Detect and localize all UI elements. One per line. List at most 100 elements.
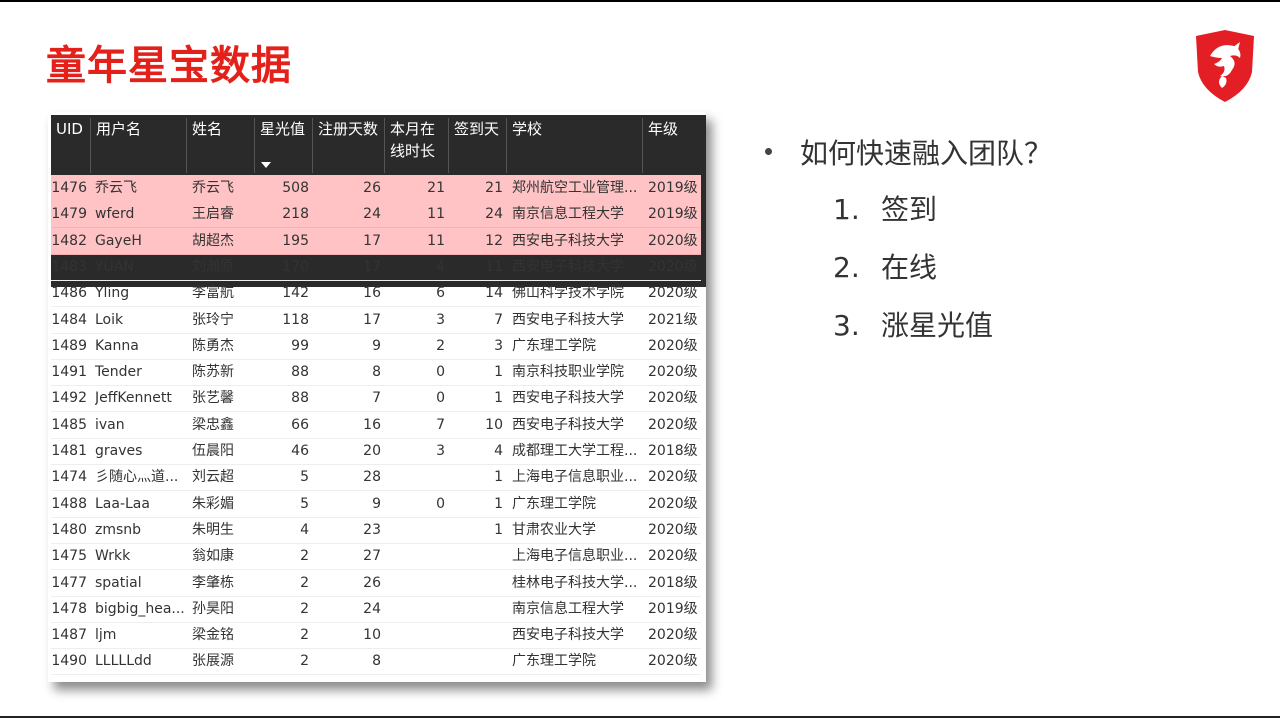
cell-grade: 2018级 (648, 443, 698, 459)
cell-register-days: 17 (363, 311, 381, 328)
cell-school: 南京信息工程大学 (512, 600, 624, 617)
cell-online-time: 4 (436, 258, 445, 275)
cell-name: 陈苏新 (192, 364, 234, 381)
cell-grade: 2020级 (648, 521, 698, 538)
table-row[interactable]: 1492 JeffKennett 张艺馨 88 7 0 1 西安电子科技大学 2020级 (51, 385, 701, 413)
cell-uid: 1478 (51, 600, 87, 617)
cell-checkin: 7 (494, 311, 503, 328)
cell-online-time (385, 570, 445, 596)
cell-name: 刘瀚原 (192, 258, 234, 275)
cell-username: YUAN (95, 258, 134, 275)
cell-online-time (385, 596, 445, 622)
cell-checkin: 1 (494, 521, 503, 538)
cell-register-days: 16 (363, 285, 381, 302)
cell-star: 88 (291, 390, 309, 407)
cell-online-time: 0 (436, 390, 445, 407)
cell-name: 张展源 (192, 653, 234, 670)
cell-name: 梁金铭 (192, 627, 234, 644)
cell-name: 伍晨阳 (192, 443, 234, 459)
cell-username: graves (95, 443, 143, 459)
table-row[interactable]: 1489 Kanna 陈勇杰 99 9 2 3 广东理工学院 2020级 (51, 333, 701, 360)
cell-username: JeffKennett (95, 390, 172, 407)
header-name[interactable]: 姓名 (187, 118, 255, 173)
header-checkin[interactable]: 签到天 (449, 118, 507, 173)
table-row[interactable]: 1485 ivan 梁忠鑫 66 16 7 10 西安电子科技大学 2020级 (51, 412, 701, 439)
cell-grade: 2020级 (648, 337, 698, 354)
cell-grade: 2019级 (648, 180, 698, 196)
cell-star: 5 (300, 495, 309, 512)
cell-grade: 2019级 (648, 600, 698, 617)
header-username[interactable]: 用户名 (91, 118, 187, 173)
table-row[interactable]: 1481 graves 伍晨阳 46 20 3 4 成都理工大学工程... 2018级 (51, 438, 701, 465)
cell-username: Yling (95, 285, 130, 302)
table-row[interactable]: 1475 Wrkk 翁如康 2 27 上海电子信息职业... 2020级 (51, 543, 701, 571)
cell-name: 陈勇杰 (192, 337, 234, 354)
cell-school: 成都理工大学工程... (512, 443, 638, 459)
table-row[interactable]: 1486 Yling 李富航 142 16 6 14 佛山科学技术学院 2020级 (51, 280, 701, 308)
cell-username: Tender (95, 364, 142, 381)
cell-name: 刘云超 (192, 469, 234, 486)
step-text: 涨星光值 (881, 309, 994, 342)
cell-school: 西安电子科技大学 (512, 311, 624, 328)
cell-name: 乔云飞 (192, 180, 234, 196)
cell-school: 西安电子科技大学 (512, 390, 624, 407)
header-uid[interactable]: UID (51, 118, 91, 173)
table-row[interactable]: 1490 LLLLLdd 张展源 2 8 广东理工学院 2020级 (51, 648, 701, 676)
cell-username: 乔云飞 (95, 180, 137, 196)
dragon-shield-icon (1196, 30, 1254, 102)
table-row[interactable]: 1477 spatial 李肇栋 2 26 桂林电子科技大学... 2018级 (51, 570, 701, 597)
cell-checkin (449, 543, 503, 569)
cell-uid: 1487 (51, 627, 87, 644)
header-school[interactable]: 学校 (507, 118, 643, 173)
cell-uid: 1480 (51, 521, 87, 538)
cell-grade: 2020级 (648, 653, 698, 670)
cell-checkin (449, 648, 503, 674)
cell-name: 张艺馨 (192, 390, 234, 407)
cell-checkin: 14 (485, 285, 503, 302)
cell-uid: 1489 (51, 337, 87, 354)
cell-school: 南京科技职业学院 (512, 364, 624, 381)
cell-checkin (449, 570, 503, 596)
cell-school: 广东理工学院 (512, 653, 596, 670)
cell-school: 西安电子科技大学 (512, 232, 624, 249)
cell-name: 孙昊阳 (192, 600, 234, 617)
table-row[interactable]: 1479 wferd 王启睿 218 24 11 24 南京信息工程大学 2019级 (51, 201, 701, 229)
cell-online-time: 11 (427, 206, 445, 223)
table-row[interactable]: 1488 Laa-Laa 朱彩媚 5 9 0 1 广东理工学院 2020级 (51, 491, 701, 518)
cell-star: 2 (300, 653, 309, 670)
header-grade[interactable]: 年级 (643, 118, 703, 173)
table-row[interactable]: 1474 彡随心灬道... 刘云超 5 28 1 上海电子信息职业... 2020级 (51, 464, 701, 492)
table-row[interactable]: 1483 YUAN 刘瀚原 170 17 4 11 西安电子科技大学 2020级 (51, 254, 701, 281)
table-row[interactable]: 1478 bigbig_hea... 孙昊阳 2 24 南京信息工程大学 2019级 (51, 596, 701, 623)
cell-online-time (385, 464, 445, 490)
cell-name: 张玲宁 (192, 311, 234, 328)
cell-username: 彡随心灬道... (95, 469, 179, 486)
cell-uid: 1479 (51, 206, 87, 223)
cell-grade: 2020级 (648, 416, 698, 433)
cell-grade: 2020级 (648, 390, 698, 407)
cell-uid: 1483 (51, 258, 87, 275)
cell-username: Wrkk (95, 548, 131, 565)
table-row[interactable]: 1491 Tender 陈苏新 88 8 0 1 南京科技职业学院 2020级 (51, 359, 701, 387)
header-online-time[interactable]: 本月在 线时长 (385, 118, 449, 173)
cell-star: 4 (300, 521, 309, 538)
cell-name: 李富航 (192, 285, 234, 302)
cell-star: 2 (300, 627, 309, 644)
cell-grade: 2021级 (648, 311, 698, 328)
table-row[interactable]: 1484 Loik 张玲宁 118 17 3 7 西安电子科技大学 2021级 (51, 307, 701, 334)
table-row[interactable]: 1482 GayeH 胡超杰 195 17 11 12 西安电子科技大学 2020级 (51, 227, 701, 255)
step-1: 1. 签到 (833, 188, 937, 232)
table-row[interactable]: 1480 zmsnb 朱明生 4 23 1 甘肃农业大学 2020级 (51, 517, 701, 544)
header-register-days[interactable]: 注册天数 (313, 118, 385, 173)
cell-uid: 1491 (51, 364, 87, 381)
cell-star: 118 (282, 311, 309, 328)
table-row[interactable]: 1476 乔云飞 乔云飞 508 26 21 21 郑州航空工业管理... 2019级 (51, 175, 701, 202)
question-text: 如何快速融入团队？ (800, 137, 1053, 170)
cell-checkin: 1 (494, 390, 503, 407)
cell-username: spatial (95, 574, 142, 591)
table-row[interactable]: 1487 ljm 梁金铭 2 10 西安电子科技大学 2020级 (51, 622, 701, 650)
cell-register-days: 26 (363, 180, 381, 196)
cell-name: 朱明生 (192, 521, 234, 538)
cell-star: 88 (291, 364, 309, 381)
cell-uid: 1481 (51, 443, 87, 459)
